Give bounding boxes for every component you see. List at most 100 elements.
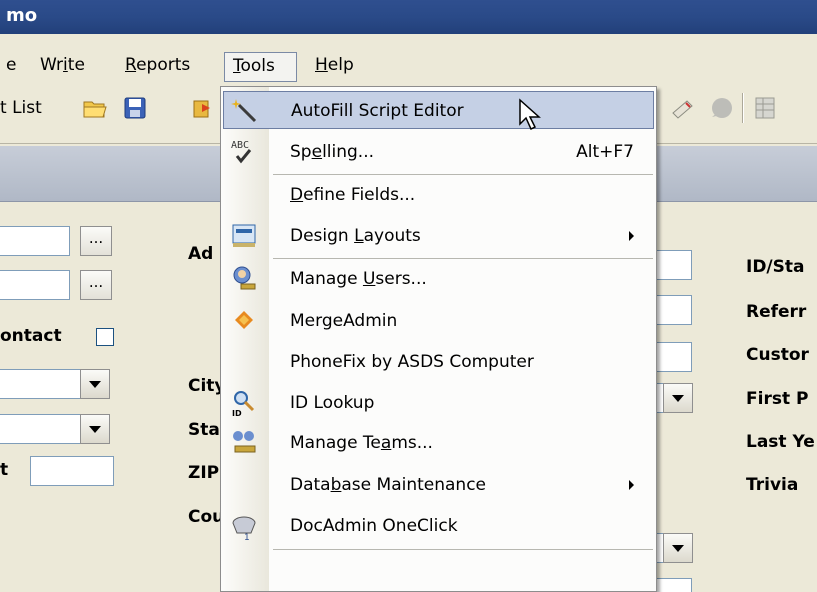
menu-item-label: Design Layouts [290, 226, 421, 246]
referral-label: Referr [746, 302, 807, 322]
menu-item-label-part: ase Maintenance [341, 475, 487, 495]
menu-item-label: MergeAdmin [290, 311, 398, 331]
magic-wand-icon [231, 99, 257, 123]
id-lookup-icon-text: ID [232, 409, 242, 418]
text-field[interactable] [30, 456, 114, 486]
title-bar: mo [0, 0, 817, 34]
contact-checkbox[interactable] [96, 328, 114, 346]
toolbar-contact-list-label[interactable]: t List [0, 98, 42, 118]
browse-button[interactable]: ... [80, 270, 112, 300]
menu-item-label-part: Design [290, 226, 355, 246]
menu-item-label: Database Maintenance [290, 475, 486, 495]
menu-item-label-part: sers... [375, 269, 427, 289]
note-icon[interactable] [670, 95, 696, 121]
menu-item-label-part: Sp [290, 142, 312, 162]
menu-item-label-part: ms... [391, 433, 433, 453]
menu-bar: e Write Reports Tools Help [0, 46, 817, 86]
open-folder-icon[interactable] [82, 95, 108, 121]
spell-check-icon: ABC [231, 140, 252, 164]
menu-item-database-maintenance[interactable]: Database Maintenance [223, 466, 654, 504]
contact-label: ontact [0, 326, 62, 346]
docadmin-icon: 1 [232, 516, 256, 541]
merge-admin-icon [235, 311, 253, 329]
menu-item-label: AutoFill Script Editor [291, 101, 464, 121]
menu-item-label: PhoneFix by ASDS Computer [290, 352, 534, 372]
menu-item-label: DocAdmin OneClick [290, 516, 458, 536]
zip-label: ZIP [188, 463, 220, 483]
menu-item-define-fields[interactable]: Define Fields... [223, 176, 654, 214]
chat-icon[interactable] [708, 95, 734, 121]
submenu-arrow-icon [629, 231, 634, 241]
address-label: Ad [188, 244, 214, 264]
menu-item-shortcut: Alt+F7 [576, 142, 634, 162]
menu-item-docadmin-oneclick[interactable]: 1 DocAdmin OneClick [223, 507, 654, 545]
menu-tools-label: ools [240, 56, 275, 76]
id-status-label: ID/Sta [746, 257, 805, 277]
field-label: t [0, 460, 9, 480]
dropdown-button[interactable] [663, 383, 693, 413]
mouse-cursor-icon [519, 98, 541, 131]
menu-item-autofill-script-editor[interactable]: AutoFill Script Editor [223, 91, 654, 129]
design-layouts-icon [232, 224, 256, 247]
country-label: Cou [188, 507, 225, 527]
menu-item-mnemonic: b [330, 475, 342, 495]
menu-separator [273, 258, 653, 259]
menu-tools[interactable]: Tools [224, 52, 297, 82]
menu-item-manage-users[interactable]: Manage Users... [223, 260, 654, 298]
menu-item-label-part: Manage [290, 269, 363, 289]
submenu-arrow-icon [629, 480, 634, 490]
docadmin-icon-text: 1 [244, 533, 250, 541]
trivia-label: Trivia [746, 475, 799, 495]
customer-label: Custor [746, 345, 809, 365]
menu-reports[interactable]: Reports [117, 52, 198, 82]
menu-item-id-lookup[interactable]: ID ID Lookup [223, 384, 654, 422]
window-title: mo [6, 5, 38, 26]
menu-item-mnemonic: a [380, 433, 392, 453]
menu-item-label-part: ayouts [363, 226, 421, 246]
dropdown-button[interactable] [80, 414, 110, 444]
menu-item-label: ID Lookup [290, 393, 375, 413]
exit-icon[interactable] [190, 95, 216, 121]
menu-write-label: Wr [40, 55, 64, 75]
save-icon[interactable] [122, 95, 148, 121]
menu-item-label: Define Fields... [290, 185, 415, 205]
id-lookup-icon: ID [232, 391, 255, 418]
menu-item-spelling[interactable]: ABC Spelling... Alt+F7 [223, 133, 654, 171]
menu-write[interactable]: Write [32, 52, 93, 82]
manage-users-icon [233, 266, 256, 290]
menu-item-mnemonic: U [362, 269, 376, 289]
menu-item-mnemonic: L [354, 226, 364, 246]
menu-reports-mnemonic: R [125, 55, 137, 75]
menu-item-manage-teams[interactable]: Manage Teams... [223, 424, 654, 462]
menu-item-label: Spelling... [290, 142, 374, 162]
menu-reports-label: eports [136, 55, 191, 75]
text-field[interactable] [0, 226, 70, 256]
dropdown-button[interactable] [80, 369, 110, 399]
menu-item-phonefix[interactable]: PhoneFix by ASDS Computer [223, 343, 654, 381]
menu-help-label: elp [327, 55, 354, 75]
dropdown-button[interactable] [663, 533, 693, 563]
menu-item-design-layouts[interactable]: Design Layouts [223, 217, 654, 255]
menu-item-label-part: lling... [322, 142, 375, 162]
menu-edit-label: e [6, 55, 17, 75]
menu-write-label-rest: te [67, 55, 85, 75]
menu-item-mnemonic: e [311, 142, 323, 162]
menu-item-label: Manage Teams... [290, 433, 433, 453]
menu-tools-mnemonic: T [233, 56, 241, 76]
menu-item-label: Manage Users... [290, 269, 427, 289]
menu-item-label-part: Data [290, 475, 331, 495]
text-field[interactable] [0, 270, 70, 300]
browse-button[interactable]: ... [80, 226, 112, 256]
menu-help[interactable]: Help [307, 52, 362, 82]
grid-icon[interactable] [752, 95, 778, 121]
last-year-label: Last Ye [746, 432, 815, 452]
toolbar-separator [742, 93, 744, 123]
menu-edit[interactable]: e [0, 52, 24, 82]
menu-item-label-part: efine Fields... [303, 185, 416, 205]
menu-separator [273, 549, 653, 550]
spell-check-icon-text: ABC [231, 140, 249, 151]
manage-teams-icon [233, 431, 256, 453]
menu-item-label-part: Manage Te [290, 433, 381, 453]
menu-item-mergeadmin[interactable]: MergeAdmin [223, 302, 654, 340]
menu-item-mnemonic: D [290, 185, 304, 205]
